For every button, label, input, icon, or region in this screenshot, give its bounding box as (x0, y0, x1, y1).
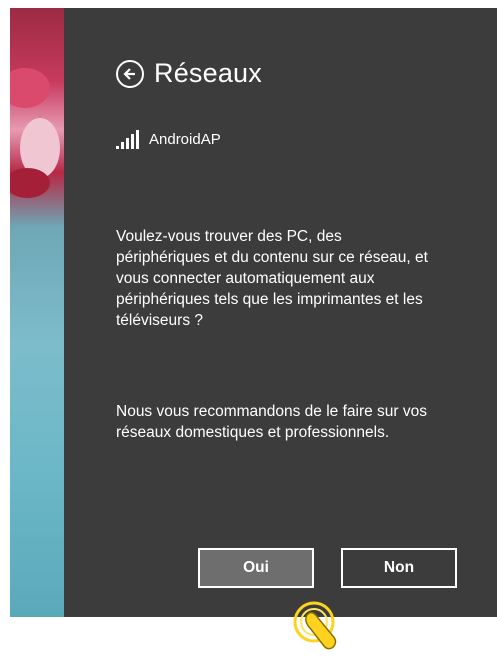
touch-pointer-icon (293, 601, 337, 650)
network-name: AndroidAP (149, 131, 221, 148)
yes-button[interactable]: Oui (198, 548, 314, 588)
wifi-signal-bars-icon (116, 130, 139, 149)
network-item: AndroidAP (116, 130, 221, 149)
no-button[interactable]: Non (341, 548, 457, 588)
panel-header: Réseaux (116, 58, 262, 89)
sharing-question-text: Voulez-vous trouver des PC, des périphér… (116, 228, 428, 329)
desktop-wallpaper (10, 8, 64, 617)
recommendation-text: Nous vous recommandons de le faire sur v… (116, 403, 428, 441)
back-arrow-circle-icon[interactable] (116, 59, 144, 88)
screen: Réseaux AndroidAP Voulez-vous trouver de… (10, 8, 497, 617)
panel-title: Réseaux (154, 58, 262, 88)
networks-settings-panel: Réseaux AndroidAP Voulez-vous trouver de… (64, 8, 497, 617)
